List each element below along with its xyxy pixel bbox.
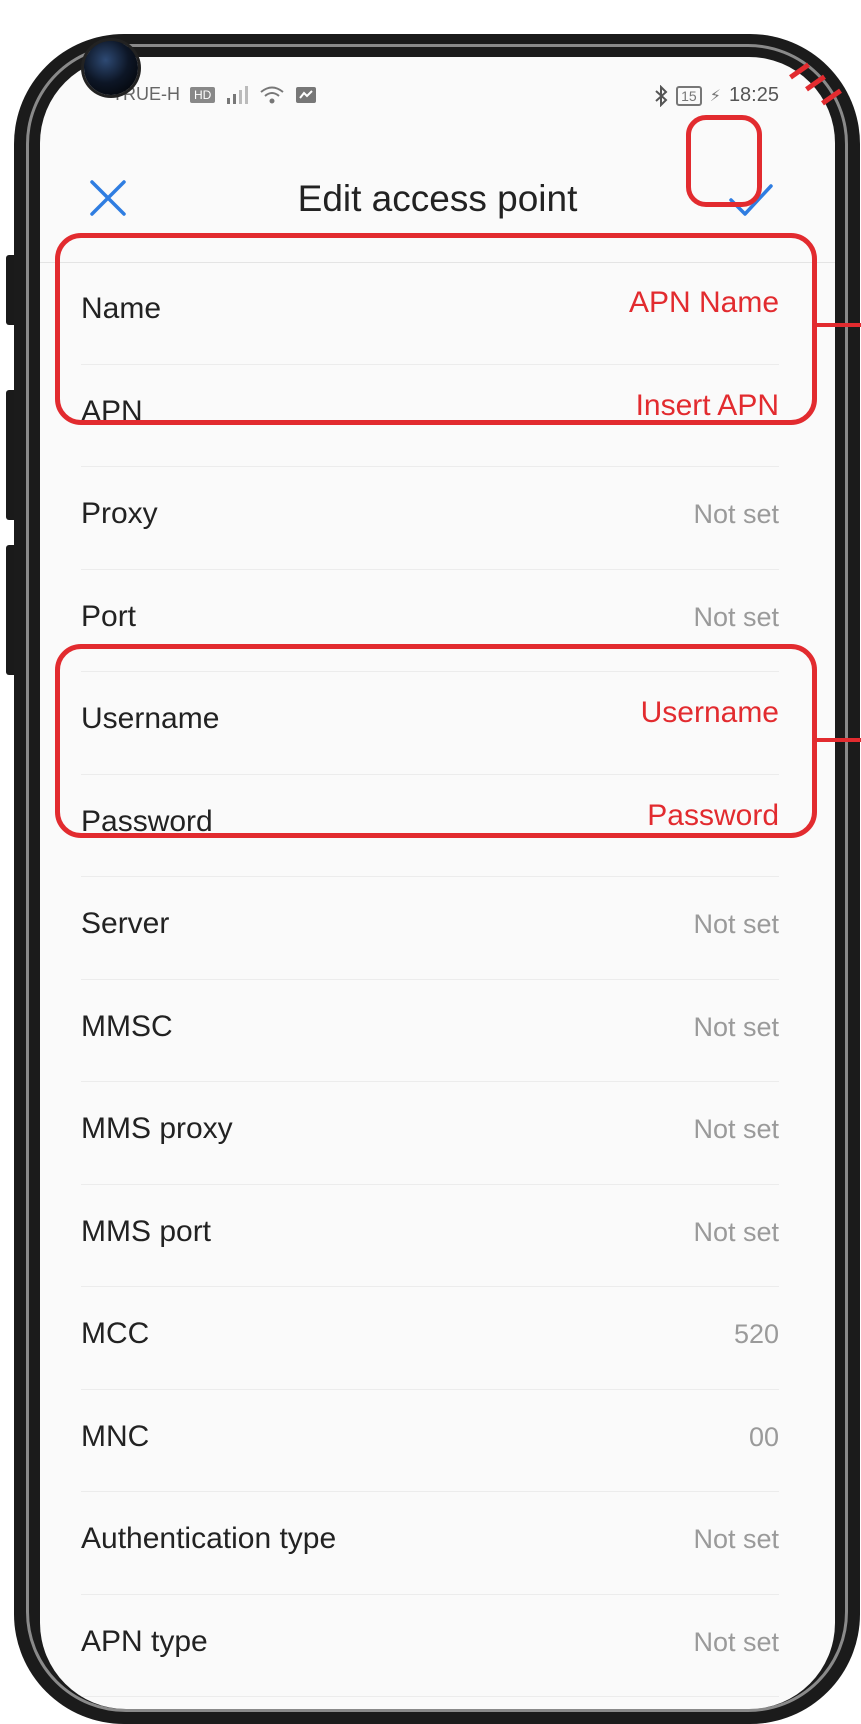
field-value: Not set [693,909,779,939]
field-row-mms-proxy[interactable]: MMS proxy Not set [40,1082,835,1185]
field-label: MMSC [81,1009,173,1043]
field-value: Not set [693,499,779,529]
field-row-server[interactable]: Server Not set [40,877,835,980]
field-label: Authentication type [81,1522,337,1555]
field-row-proxy[interactable]: Proxy Not set [40,467,835,570]
field-label: MNC [81,1419,150,1453]
front-camera [84,41,138,95]
field-row-mmsc[interactable]: MMSC Not set [40,980,835,1082]
battery-level: 15 [681,87,697,104]
credentials-highlight [55,644,817,838]
battery-icon: 15 [676,85,702,106]
field-label: MMS port [81,1214,212,1248]
field-label: MCC [81,1317,150,1350]
field-label: Port [81,599,137,633]
field-row-mms-port[interactable]: MMS port Not set [40,1185,835,1287]
field-label: Server [81,907,170,940]
charging-icon: ⚡ [709,87,721,105]
settings-list: Name APN Name APN Insert APN Proxy Not s… [40,262,835,1697]
field-row-mnc[interactable]: MNC 00 [40,1390,835,1492]
field-row-mcc[interactable]: MCC 520 [40,1287,835,1390]
field-value: Not set [693,1524,779,1554]
field-label: APN type [81,1624,208,1658]
signal-icon [227,85,249,104]
field-row-authentication-type[interactable]: Authentication type Not set [40,1492,835,1595]
field-label: Proxy [81,497,158,530]
callout-line [817,738,861,742]
field-value: 00 [748,1421,779,1452]
row-divider [81,1696,779,1697]
field-value: Not set [693,1011,779,1042]
field-value: 520 [733,1319,779,1349]
callout-line [817,323,861,327]
hd-badge: HD [190,86,216,103]
field-label: MMS proxy [81,1112,233,1145]
bluetooth-icon [655,84,668,107]
save-button-highlight [686,115,762,207]
field-value: Not set [693,1216,779,1247]
notification-icon [296,86,317,103]
wifi-icon [260,86,284,103]
name-apn-highlight [55,233,817,425]
field-value: Not set [693,1626,779,1657]
field-value: Not set [693,601,779,632]
field-value: Not set [693,1114,779,1144]
status-time: 18:25 [728,84,779,106]
field-row-apn-type[interactable]: APN type Not set [40,1595,835,1697]
